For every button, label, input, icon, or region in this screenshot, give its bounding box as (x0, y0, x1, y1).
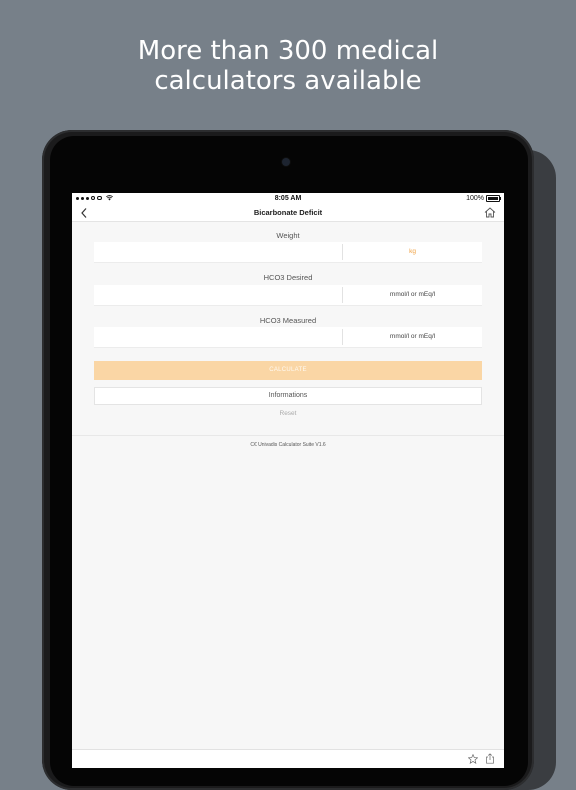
hco3-desired-label: HCO3 Desired (263, 273, 313, 282)
section-divider (72, 435, 504, 436)
weight-input[interactable] (94, 242, 342, 262)
hco3-measured-unit-selector[interactable]: mmol/l or mEq/l (343, 327, 482, 347)
reset-link[interactable]: Reset (72, 410, 504, 417)
page-title: Bicarbonate Deficit (253, 208, 323, 217)
hco3-desired-unit-selector[interactable]: mmol/l or mEq/l (343, 285, 482, 305)
weight-field-row: kg (94, 242, 482, 263)
hco3-measured-field-row: mmol/l or mEq/l (94, 327, 482, 348)
star-icon[interactable] (468, 754, 478, 764)
version-note: C€ Univadis Calculator Suite V1.6 (250, 442, 326, 448)
camera-icon (282, 158, 290, 166)
headline-line-1: More than 300 medical (137, 36, 439, 66)
promo-headline: More than 300 medical calculators availa… (0, 36, 576, 96)
app-screen: 8:05 AM 100% Bicarbonate Deficit Weight … (72, 193, 504, 768)
calculate-button[interactable]: CALCULATE (94, 361, 482, 380)
status-bar: 8:05 AM 100% (72, 193, 504, 205)
nav-bar: Bicarbonate Deficit (72, 205, 504, 222)
hco3-measured-label: HCO3 Measured (259, 316, 317, 325)
weight-unit-selector[interactable]: kg (343, 242, 482, 262)
hco3-desired-field-row: mmol/l or mEq/l (94, 285, 482, 306)
hco3-desired-input[interactable] (94, 285, 342, 305)
battery-icon (486, 195, 502, 202)
headline-line-2: calculators available (154, 66, 422, 96)
status-time: 8:05 AM (274, 195, 302, 202)
informations-button[interactable]: Informations (94, 387, 482, 405)
hco3-measured-input[interactable] (94, 327, 342, 347)
bottom-toolbar (72, 749, 504, 768)
share-icon[interactable] (485, 753, 495, 764)
home-icon[interactable] (484, 207, 496, 218)
battery-indicator: 100% (466, 195, 502, 202)
weight-label: Weight (276, 231, 300, 240)
battery-percent: 100% (466, 195, 484, 202)
